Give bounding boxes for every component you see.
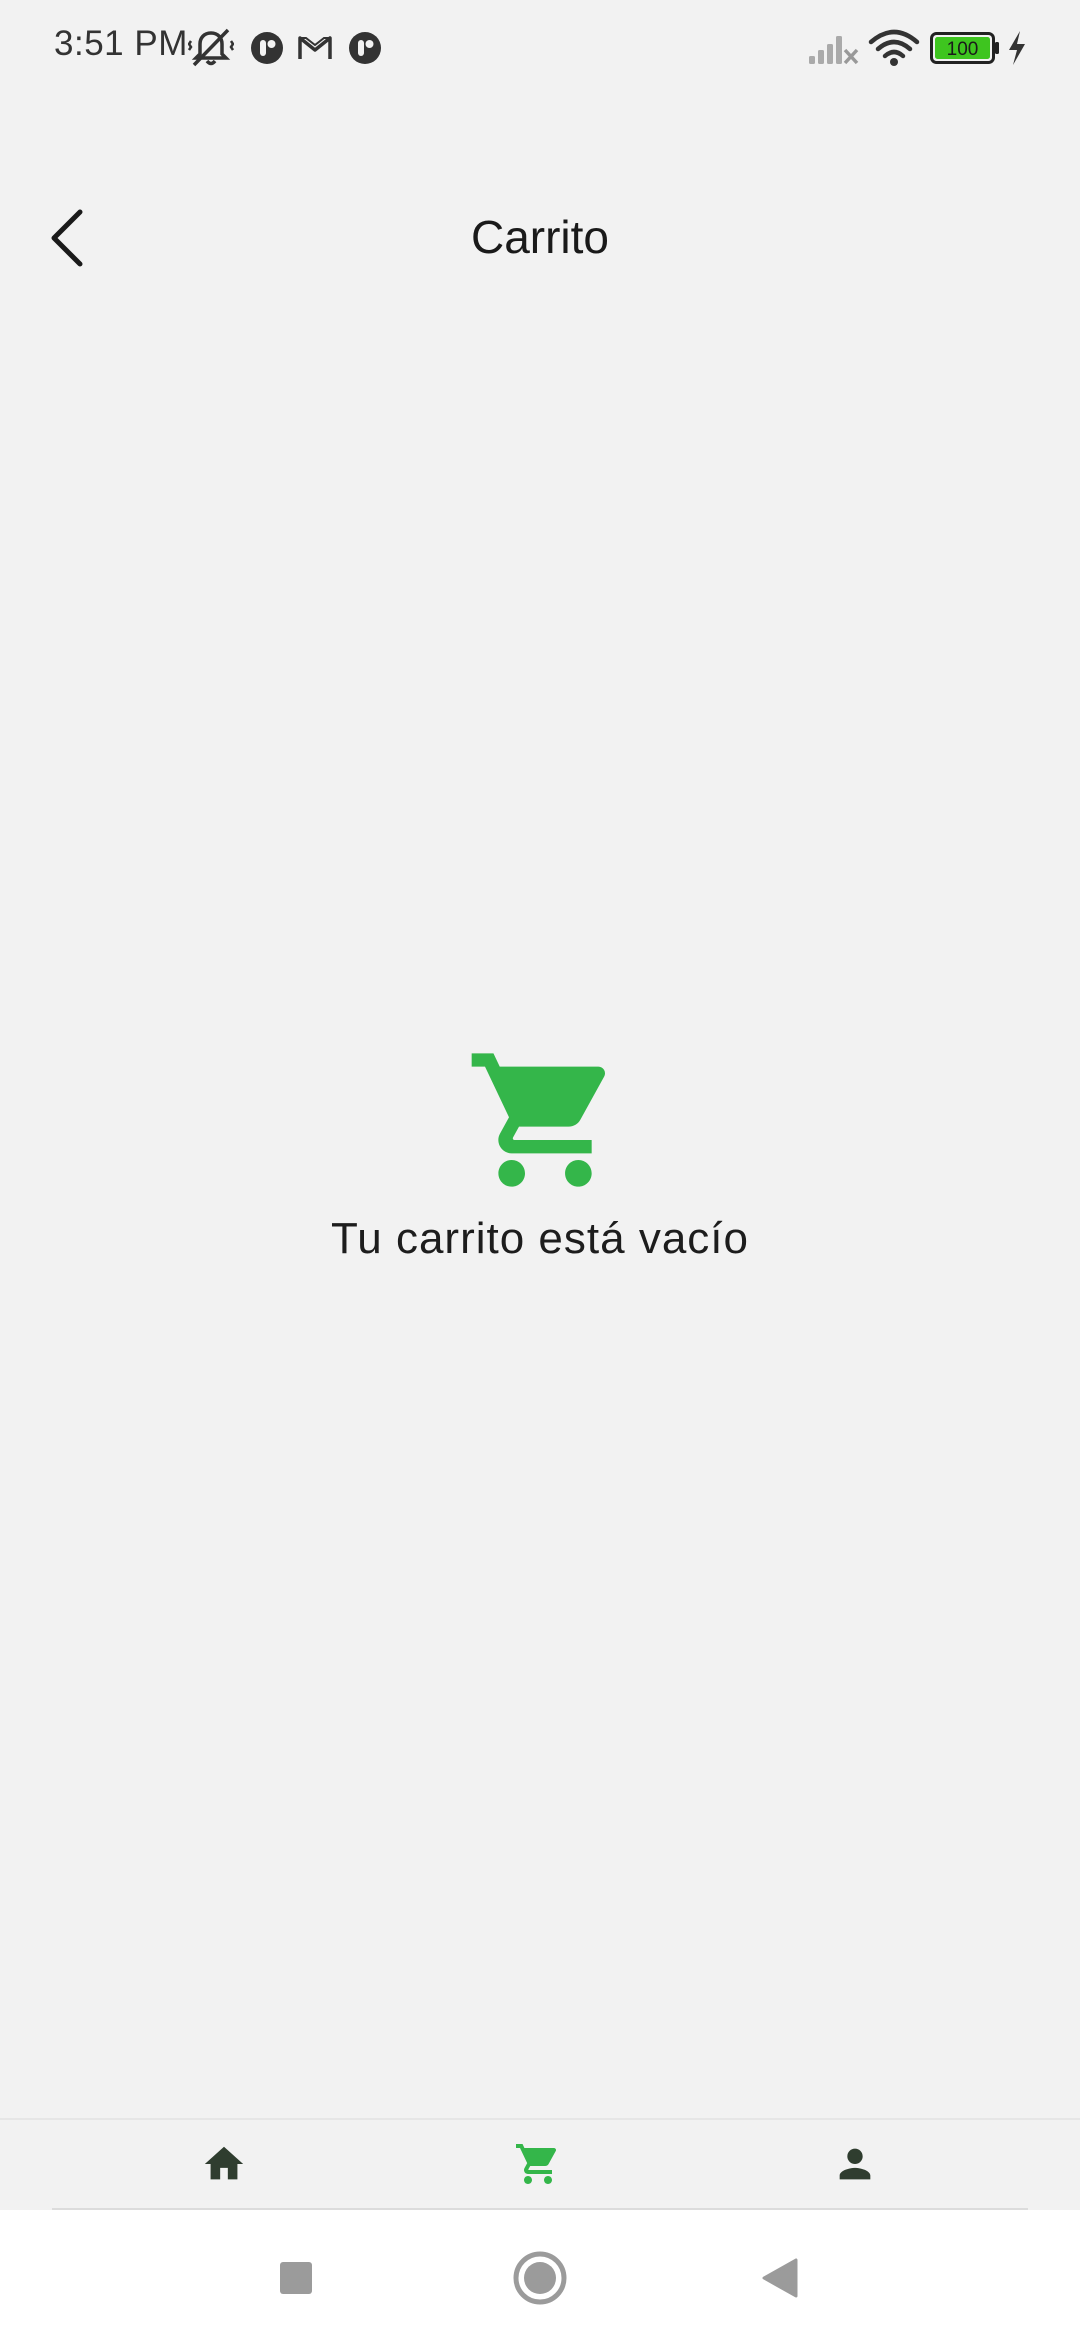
nav-item-cart[interactable]: [478, 2132, 598, 2196]
nav-item-profile[interactable]: [795, 2132, 915, 2196]
status-time: 3:51 PM: [54, 24, 188, 63]
home-icon: [201, 2141, 247, 2187]
app-bar: Carrito: [0, 180, 1080, 300]
home-button[interactable]: [500, 2238, 580, 2318]
notification-app-icon: [346, 26, 384, 70]
system-back-button[interactable]: [740, 2238, 820, 2318]
wifi-icon: [866, 26, 922, 70]
home-circle-icon: [512, 2250, 568, 2306]
person-icon: [832, 2141, 878, 2187]
bottom-navigation: [0, 2118, 1080, 2212]
cart-icon: [514, 2140, 562, 2188]
nav-item-home[interactable]: [164, 2132, 284, 2196]
battery-icon: 100: [930, 26, 1000, 70]
status-bar: 3:51 PM 100: [0, 0, 1080, 96]
shopping-cart-icon: [465, 1040, 625, 1200]
gmail-icon: [296, 26, 334, 70]
battery-level-text: 100: [947, 39, 979, 60]
notification-app-icon: [248, 26, 286, 70]
recents-square-icon: [278, 2260, 314, 2296]
empty-cart-state: Tu carrito está vacío: [0, 1040, 1080, 1264]
vibrate-mute-icon: [186, 26, 236, 70]
back-triangle-icon: [760, 2257, 800, 2299]
page-title: Carrito: [470, 211, 610, 263]
empty-cart-message: Tu carrito está vacío: [331, 1214, 749, 1263]
signal-off-icon: [806, 26, 860, 70]
recents-button[interactable]: [256, 2238, 336, 2318]
charging-icon: [1004, 26, 1030, 70]
system-navigation-bar: [0, 2210, 1080, 2340]
